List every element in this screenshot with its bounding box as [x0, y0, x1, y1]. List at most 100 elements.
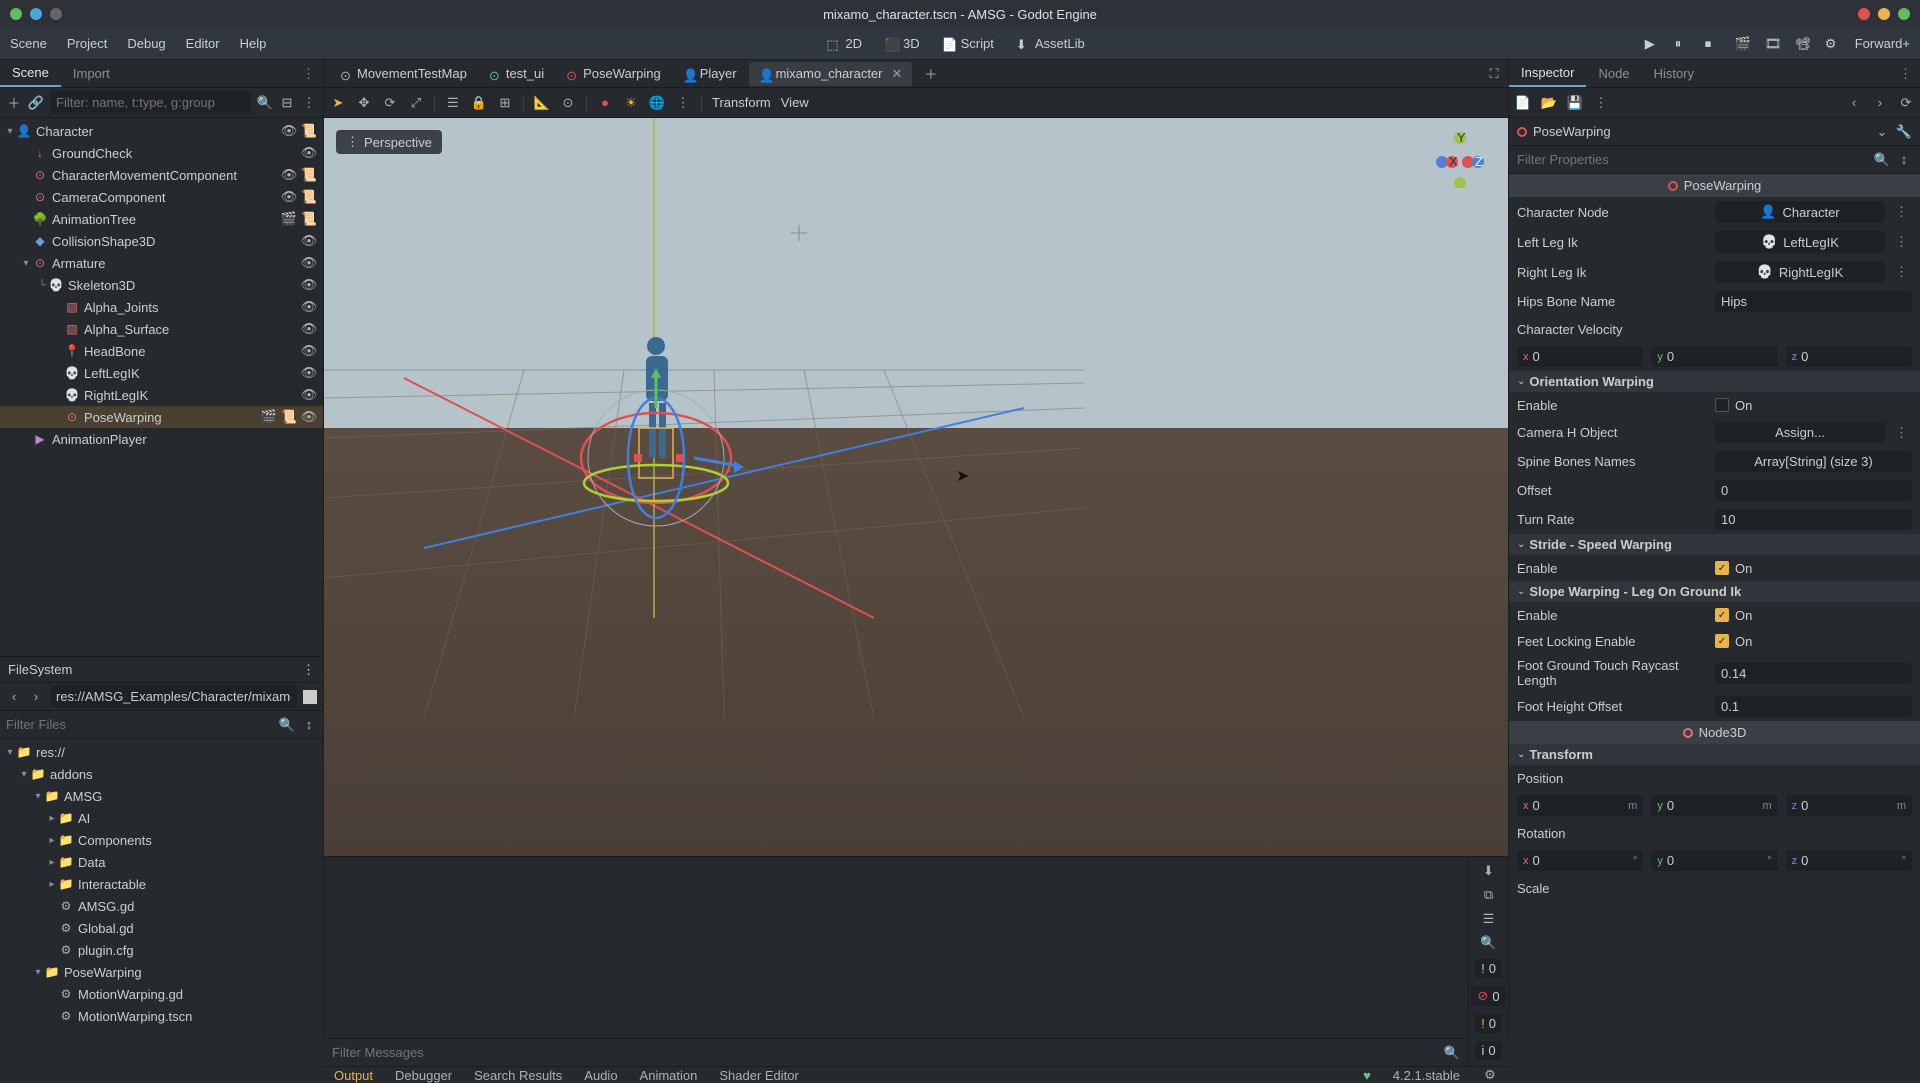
eye-icon[interactable]: 👁: [301, 321, 317, 337]
copy-icon[interactable]: ⧉: [1481, 887, 1497, 903]
min-traffic[interactable]: [30, 8, 42, 20]
tab-scene[interactable]: Scene: [0, 60, 61, 87]
tree-node-animationplayer[interactable]: ▶AnimationPlayer: [0, 428, 323, 450]
vel-y[interactable]: y: [1651, 346, 1777, 367]
script-icon[interactable]: 📜: [301, 167, 317, 183]
eye-icon[interactable]: 👁: [301, 343, 317, 359]
fs-item-global-gd[interactable]: ⚙Global.gd: [0, 917, 323, 939]
window-controls[interactable]: [0, 8, 62, 20]
eye-icon[interactable]: 👁: [301, 277, 317, 293]
more-icon[interactable]: ⋮: [1891, 204, 1912, 220]
save-res-icon[interactable]: 💾: [1567, 95, 1583, 111]
new-res-icon[interactable]: 📄: [1515, 95, 1531, 111]
tab-history[interactable]: History: [1642, 61, 1706, 86]
fs-item-components[interactable]: ▸📁Components: [0, 829, 323, 851]
scene-tab-test_ui[interactable]: ⊙test_ui: [479, 62, 554, 85]
warn-badge[interactable]: !0: [1475, 1014, 1502, 1033]
inspector-body[interactable]: PoseWarping Character Node 👤Character⋮ L…: [1509, 174, 1920, 1036]
tree-node-cameracomponent[interactable]: ⊙CameraComponent👁📜: [0, 186, 323, 208]
search-icon[interactable]: 🔍: [1444, 1045, 1460, 1061]
clap-icon[interactable]: 🎬: [281, 211, 297, 227]
local-icon[interactable]: ●: [597, 95, 613, 111]
tab-animation[interactable]: Animation: [640, 1068, 698, 1083]
list-tool-icon[interactable]: ☰: [445, 95, 461, 111]
fs-item-addons[interactable]: ▾📁addons: [0, 763, 323, 785]
tab-output[interactable]: Output: [334, 1068, 373, 1083]
menu-project[interactable]: Project: [67, 36, 107, 51]
rot-z[interactable]: z°: [1786, 850, 1912, 871]
new-tab-button[interactable]: ＋: [914, 60, 947, 87]
rot-y[interactable]: y°: [1651, 850, 1777, 871]
foot-height-field[interactable]: 0.1: [1715, 696, 1912, 717]
dl-icon[interactable]: ⬇: [1481, 863, 1497, 879]
ow-enable-checkbox[interactable]: [1715, 398, 1729, 412]
feet-lock-checkbox[interactable]: ✓: [1715, 634, 1729, 648]
pin-icon[interactable]: 🔧: [1896, 124, 1912, 140]
max-traffic[interactable]: [50, 8, 62, 20]
tab-search[interactable]: Search Results: [474, 1068, 562, 1083]
window-controls-right[interactable]: [1858, 8, 1910, 20]
link-icon[interactable]: 🔗: [28, 95, 44, 111]
section-node3d[interactable]: Node3D: [1509, 721, 1920, 744]
raycast-len-field[interactable]: 0.14: [1715, 663, 1912, 684]
insp-more-icon[interactable]: ⋮: [1593, 95, 1609, 111]
tree-node-headbone[interactable]: 📍HeadBone👁: [0, 340, 323, 362]
fs-item-res---[interactable]: ▾📁res://: [0, 741, 323, 763]
menu-help[interactable]: Help: [240, 36, 267, 51]
fs-item-amsg-gd[interactable]: ⚙AMSG.gd: [0, 895, 323, 917]
mode-script[interactable]: 📄Script: [942, 36, 994, 51]
fs-item-data[interactable]: ▸📁Data: [0, 851, 323, 873]
mode-3d[interactable]: ⬛3D: [884, 36, 920, 51]
search-icon[interactable]: 🔍: [1874, 152, 1890, 168]
tree-node-collisionshape3d[interactable]: ◆CollisionShape3D👁: [0, 230, 323, 252]
3d-viewport[interactable]: ⋮ Perspective: [324, 118, 1508, 856]
eye-icon[interactable]: 👁: [301, 233, 317, 249]
scene-tab-posewarping[interactable]: ⊙PoseWarping: [556, 62, 671, 85]
fs-item-ai[interactable]: ▸📁AI: [0, 807, 323, 829]
scene-tab-mixamo_character[interactable]: 👤mixamo_character✕: [749, 62, 913, 86]
eye-icon[interactable]: 👁: [301, 387, 317, 403]
play-scene-icon[interactable]: 🎬: [1735, 36, 1751, 52]
info-badge[interactable]: !0: [1475, 959, 1502, 978]
fs-view-icon[interactable]: [303, 690, 317, 704]
pause-icon[interactable]: ⏸: [1675, 36, 1691, 52]
movie-icon[interactable]: 📽: [1795, 36, 1811, 52]
more-icon[interactable]: ⋮: [675, 95, 691, 111]
tree-node-rightlegik[interactable]: 💀RightLegIK👁: [0, 384, 323, 406]
fs-item-interactable[interactable]: ▸📁Interactable: [0, 873, 323, 895]
section-stride-warping[interactable]: ⌄Stride - Speed Warping: [1509, 534, 1920, 555]
inspector-filter-input[interactable]: [1517, 152, 1868, 167]
scene-tree[interactable]: ▾👤Character👁📜↓GroundCheck👁⊙CharacterMove…: [0, 118, 323, 656]
ruler-tool-icon[interactable]: 📐: [534, 95, 550, 111]
view-menu[interactable]: View: [781, 95, 809, 110]
heart-icon[interactable]: ♥: [1363, 1068, 1371, 1083]
expand-icon[interactable]: ⌄: [1874, 124, 1890, 140]
vel-z[interactable]: z: [1786, 346, 1912, 367]
eye-icon[interactable]: 👁: [301, 409, 317, 425]
fs-menu-icon[interactable]: ⋮: [302, 662, 315, 678]
eye-icon[interactable]: 👁: [301, 145, 317, 161]
sun-icon[interactable]: ☀: [623, 95, 639, 111]
close-traffic[interactable]: [10, 8, 22, 20]
refresh-icon[interactable]: ⟳: [1898, 95, 1914, 111]
fs-item-posewarping[interactable]: ▾📁PoseWarping: [0, 961, 323, 983]
char-node-assign[interactable]: 👤Character: [1715, 201, 1885, 223]
section-transform[interactable]: ⌄Transform: [1509, 744, 1920, 765]
close-icon[interactable]: ✕: [892, 66, 903, 82]
tab-node[interactable]: Node: [1586, 61, 1641, 86]
eye-icon[interactable]: 👁: [301, 255, 317, 271]
menu-scene[interactable]: Scene: [10, 36, 47, 51]
tab-shader[interactable]: Shader Editor: [719, 1068, 799, 1083]
script-icon[interactable]: 📜: [301, 211, 317, 227]
eye-icon[interactable]: 👁: [301, 365, 317, 381]
dock-menu-icon[interactable]: ⋮: [294, 66, 323, 82]
tab-audio[interactable]: Audio: [584, 1068, 617, 1083]
tree-node-armature[interactable]: ▾⊙Armature👁: [0, 252, 323, 274]
turn-rate-field[interactable]: 10: [1715, 509, 1912, 530]
tree-node-posewarping[interactable]: ⊙PoseWarping🎬📜👁: [0, 406, 323, 428]
script-icon[interactable]: 📜: [301, 189, 317, 205]
play-icon[interactable]: ▶: [1645, 36, 1661, 52]
scene-more-icon[interactable]: ⋮: [301, 95, 317, 111]
filesystem-tree[interactable]: ▾📁res://▾📁addons▾📁AMSG▸📁AI▸📁Components▸📁…: [0, 739, 323, 1036]
sort-icon[interactable]: ↕: [301, 717, 317, 733]
